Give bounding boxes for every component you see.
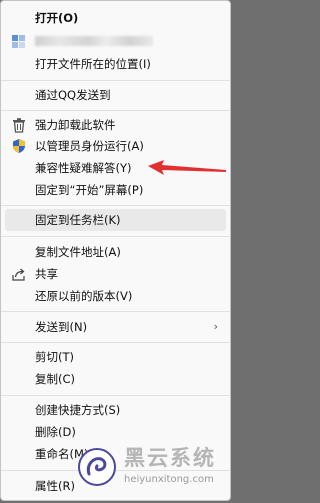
menu-item-copy[interactable]: 复制(C) [5,368,226,390]
trash-icon [13,118,25,133]
menu-item-blurred-app[interactable] [5,30,226,52]
menu-item-share[interactable]: 共享 [5,263,226,285]
menu-item-run-as-admin[interactable]: 以管理员身份运行(A) [5,135,226,157]
menu-item-label: 删除(D) [35,425,76,439]
watermark-logo-glyph [86,457,107,476]
arrow-head [148,160,226,175]
separator [1,311,230,312]
separator [1,110,230,111]
separator [1,205,230,206]
menu-item-force-uninstall[interactable]: 强力卸载此软件 [5,114,226,136]
blurred-text [35,36,153,46]
menu-item-open-file-location[interactable]: 打开文件所在的位置(I) [5,53,226,75]
menu-item-label: 属性(R) [35,479,75,493]
menu-item-label: 共享 [35,267,58,281]
menu-item-create-shortcut[interactable]: 创建快捷方式(S) [5,399,226,421]
chevron-right-icon: › [213,320,218,333]
menu-item-send-via-qq[interactable]: 通过QQ发送到 [5,84,226,106]
context-menu: 打开(O) 打开文件所在的位置(I) 通过QQ发送到 强力卸载此软件 以管理员身… [0,0,231,501]
menu-item-send-to[interactable]: 发送到(N) › [5,316,226,338]
app-icon [12,35,25,48]
menu-item-label: 发送到(N) [35,320,88,334]
menu-item-label: 打开文件所在的位置(I) [35,57,151,71]
watermark: 黑云系统 heiyunxitong.com [78,442,228,498]
watermark-url: heiyunxitong.com [124,474,214,485]
menu-item-copy-file-path[interactable]: 复制文件地址(A) [5,241,226,263]
menu-item-label: 通过QQ发送到 [35,88,111,102]
separator [1,395,230,396]
menu-item-pin-to-taskbar[interactable]: 固定到任务栏(K) [5,209,226,231]
menu-item-label: 剪切(T) [35,350,74,364]
menu-item-cut[interactable]: 剪切(T) [5,346,226,368]
menu-item-label: 固定到任务栏(K) [35,213,121,227]
share-icon [12,268,25,281]
menu-item-restore-previous-versions[interactable]: 还原以前的版本(V) [5,285,226,307]
separator [1,342,230,343]
watermark-logo-icon [78,448,116,486]
menu-item-pin-to-start[interactable]: 固定到“开始”屏幕(P) [5,179,226,201]
menu-item-label: 还原以前的版本(V) [35,289,133,303]
menu-item-label: 固定到“开始”屏幕(P) [35,183,144,197]
menu-item-delete[interactable]: 删除(D) [5,421,226,443]
red-arrow-annotation [148,160,226,175]
menu-item-label: 兼容性疑难解答(Y) [35,161,132,175]
menu-item-open[interactable]: 打开(O) [5,7,226,29]
menu-item-label: 打开(O) [35,11,79,25]
menu-item-label: 创建快捷方式(S) [35,403,121,417]
separator [1,80,230,81]
menu-item-label: 复制文件地址(A) [35,245,121,259]
menu-item-label: 复制(C) [35,372,76,386]
uac-shield-icon [13,139,25,153]
separator [1,236,230,237]
menu-item-label: 强力卸载此软件 [35,118,116,132]
menu-item-label: 以管理员身份运行(A) [35,139,144,153]
watermark-title: 黑云系统 [124,446,216,470]
